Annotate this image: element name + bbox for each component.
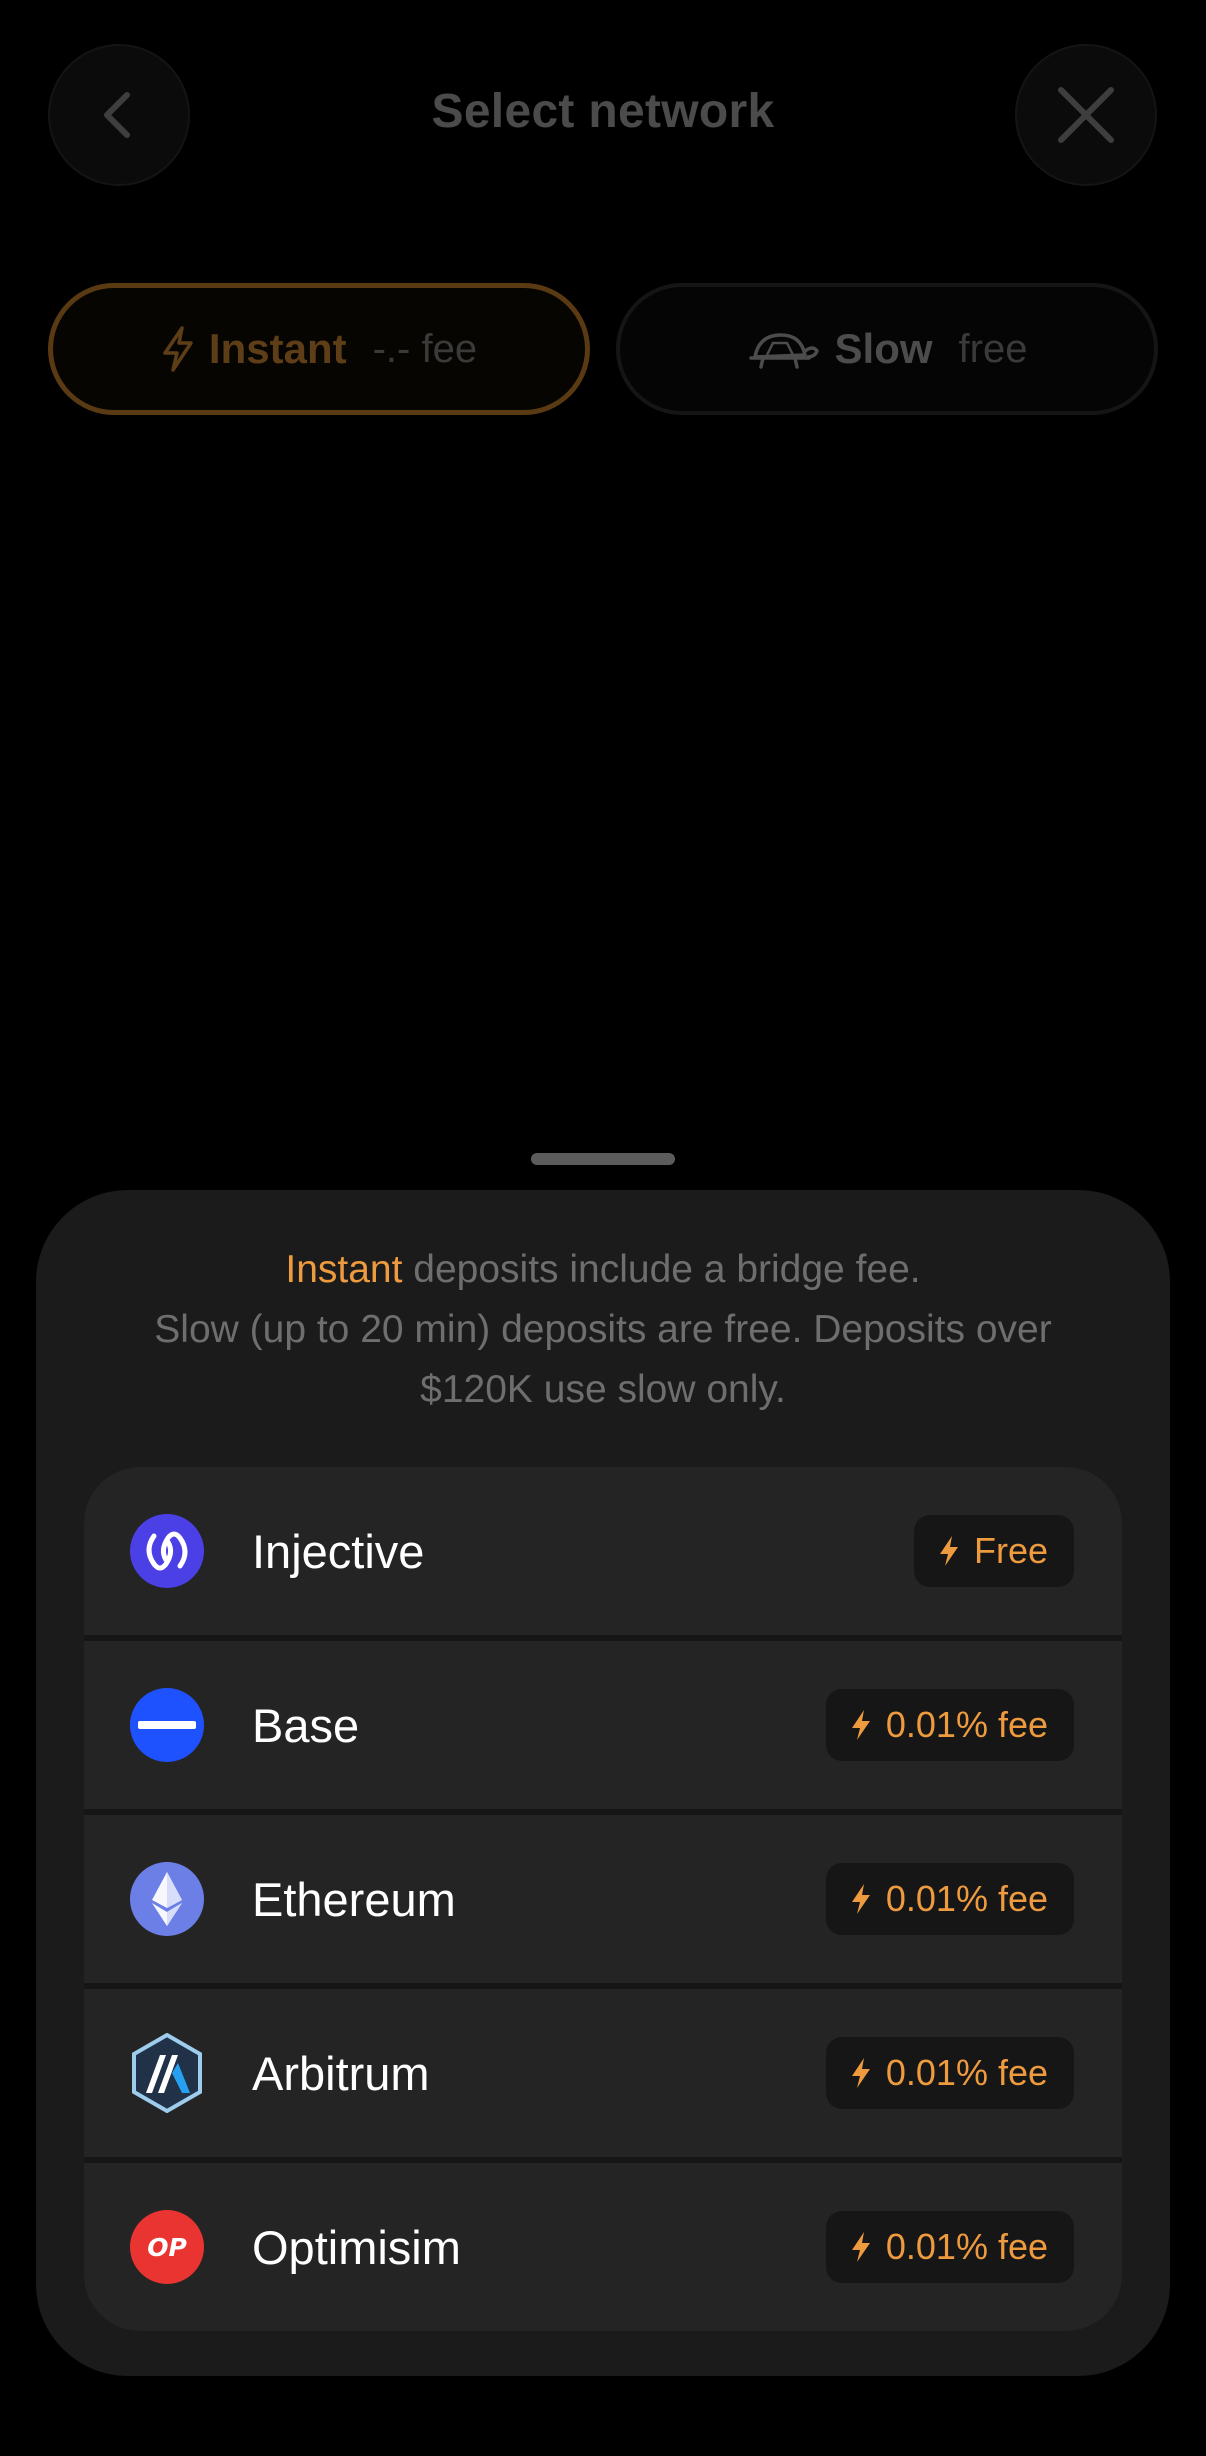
optimism-logo-icon: OP (130, 2210, 204, 2284)
turtle-icon (747, 327, 819, 371)
network-row-optimism[interactable]: OP Optimisim 0.01% fee (84, 2163, 1122, 2331)
ethereum-logo-icon (130, 1862, 204, 1936)
fee-badge: 0.01% fee (825, 1863, 1074, 1935)
fee-badge: 0.01% fee (825, 2211, 1074, 2283)
network-name: Base (252, 1698, 360, 1752)
slow-fee: free (958, 326, 1028, 371)
close-button[interactable] (1015, 44, 1157, 186)
note-line2: Slow (up to 20 min) deposits are free. D… (154, 1308, 1052, 1351)
fee-badge: Free (913, 1515, 1074, 1587)
injective-logo-icon (130, 1514, 204, 1588)
network-row-injective[interactable]: Injective Free (84, 1467, 1122, 1635)
fee-text: Free (973, 1530, 1048, 1571)
close-icon (1058, 87, 1114, 143)
lightning-icon (939, 1536, 958, 1566)
network-row-arbitrum[interactable]: Arbitrum 0.01% fee (84, 1989, 1122, 2157)
network-row-base[interactable]: Base 0.01% fee (84, 1641, 1122, 1809)
network-bottom-sheet: Instant deposits include a bridge fee. S… (36, 1190, 1170, 2376)
fee-text: 0.01% fee (885, 1878, 1048, 1919)
fee-text: 0.01% fee (885, 2052, 1048, 2093)
lightning-icon (851, 1710, 870, 1740)
fee-badge: 0.01% fee (825, 2037, 1074, 2109)
note-accent: Instant (285, 1248, 403, 1291)
network-row-ethereum[interactable]: Ethereum 0.01% fee (84, 1815, 1122, 1983)
network-name: Injective (252, 1524, 425, 1578)
svg-text:OP: OP (147, 2233, 187, 2262)
network-name: Optimisim (252, 2220, 461, 2274)
network-name: Arbitrum (252, 2046, 430, 2100)
slow-speed-option[interactable]: Slow free (616, 283, 1158, 415)
fee-info-note: Instant deposits include a bridge fee. S… (36, 1240, 1170, 1420)
arbitrum-logo-icon (130, 2033, 204, 2113)
instant-label: Instant (208, 325, 347, 372)
lightning-icon (851, 1884, 870, 1914)
note-line3: $120K use slow only. (420, 1368, 786, 1411)
base-logo-icon (130, 1688, 204, 1762)
lightning-icon (161, 326, 195, 372)
sheet-grabber[interactable] (531, 1153, 675, 1165)
network-name: Ethereum (252, 1872, 456, 1926)
fee-text: 0.01% fee (885, 2226, 1048, 2267)
lightning-icon (851, 2232, 870, 2262)
network-list: Injective Free Base 0.01% fee Ethereum 0… (84, 1467, 1122, 2331)
instant-speed-option[interactable]: Instant -.- fee (48, 283, 590, 415)
note-line1: deposits include a bridge fee. (402, 1248, 921, 1291)
lightning-icon (851, 2058, 870, 2088)
fee-badge: 0.01% fee (825, 1689, 1074, 1761)
slow-label: Slow (834, 325, 933, 372)
instant-fee: -.- fee (372, 326, 478, 371)
fee-text: 0.01% fee (885, 1704, 1048, 1745)
